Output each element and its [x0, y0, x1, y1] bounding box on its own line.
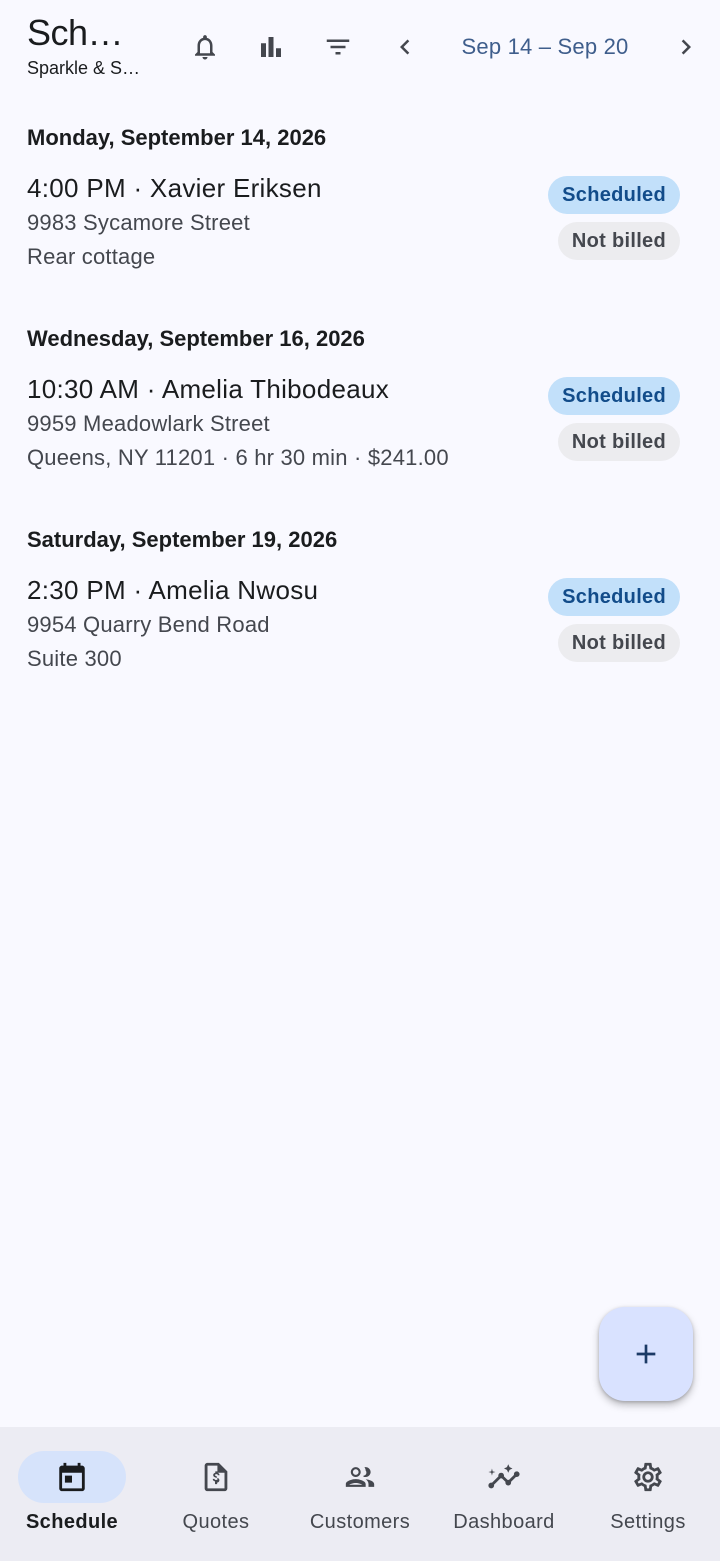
job-list-item[interactable]: 10:30 AM · Amelia Thibodeaux 9959 Meadow… — [0, 367, 720, 512]
bell-icon — [195, 35, 215, 60]
bar-chart-icon — [261, 37, 281, 57]
nav-label: Customers — [309, 1511, 411, 1533]
next-week-button[interactable] — [662, 23, 710, 71]
schedule-list: Monday, September 14, 2026 4:00 PM · Xav… — [0, 110, 720, 713]
plus-icon — [636, 1344, 656, 1364]
billing-badge: Not billed — [557, 222, 680, 260]
job-badges: Scheduled Not billed — [548, 578, 680, 662]
day-header: Saturday, September 19, 2026 — [27, 527, 338, 552]
job-list-item[interactable]: 2:30 PM · Amelia Nwosu 9954 Quarry Bend … — [0, 568, 720, 713]
people-icon — [345, 1467, 375, 1487]
billing-badge: Not billed — [557, 624, 680, 662]
day-group: Monday, September 14, 2026 4:00 PM · Xav… — [0, 110, 720, 311]
nav-label: Settings — [610, 1511, 686, 1533]
nav-indicator — [18, 1451, 126, 1503]
nav-indicator — [162, 1451, 270, 1503]
date-range-label[interactable]: Sep 14 – Sep 20 — [440, 32, 650, 62]
nav-label: Quotes — [182, 1511, 250, 1533]
notifications-button[interactable] — [181, 23, 229, 71]
billing-badge: Not billed — [557, 423, 680, 461]
nav-indicator — [594, 1451, 702, 1503]
chevron-right-icon — [681, 39, 691, 55]
invoice-icon — [204, 1462, 228, 1492]
chevron-left-icon — [400, 39, 410, 55]
day-header: Monday, September 14, 2026 — [27, 125, 327, 150]
bottom-navigation: Schedule Quotes Customers Dashboard Sett… — [0, 1427, 720, 1561]
calendar-icon — [59, 1462, 85, 1492]
status-badge: Scheduled — [548, 176, 680, 214]
nav-indicator — [306, 1451, 414, 1503]
day-group: Wednesday, September 16, 2026 10:30 AM ·… — [0, 311, 720, 512]
add-job-button[interactable] — [599, 1307, 693, 1401]
page-title: Sche… — [27, 12, 142, 53]
nav-label: Schedule — [25, 1511, 119, 1533]
nav-item-schedule[interactable]: Schedule — [0, 1427, 144, 1561]
filter-icon — [326, 39, 350, 55]
nav-item-quotes[interactable]: Quotes — [144, 1427, 288, 1561]
status-badge: Scheduled — [548, 377, 680, 415]
job-badges: Scheduled Not billed — [548, 377, 680, 461]
status-badge: Scheduled — [548, 578, 680, 616]
nav-item-dashboard[interactable]: Dashboard — [432, 1427, 576, 1561]
gear-icon — [634, 1462, 662, 1492]
title-block: Sche… Sparkle & S… — [27, 12, 157, 79]
previous-week-button[interactable] — [381, 23, 429, 71]
nav-item-settings[interactable]: Settings — [576, 1427, 720, 1561]
business-name: Sparkle & S… — [27, 58, 141, 78]
stats-button[interactable] — [247, 23, 295, 71]
day-group: Saturday, September 19, 2026 2:30 PM · A… — [0, 512, 720, 713]
nav-item-customers[interactable]: Customers — [288, 1427, 432, 1561]
nav-indicator — [450, 1451, 558, 1503]
job-badges: Scheduled Not billed — [548, 176, 680, 260]
filter-button[interactable] — [314, 23, 362, 71]
nav-label: Dashboard — [453, 1511, 555, 1533]
day-header: Wednesday, September 16, 2026 — [27, 326, 365, 351]
insights-icon — [488, 1464, 520, 1489]
top-app-bar: Sche… Sparkle & S… Sep 14 – Sep 20 — [0, 0, 720, 96]
job-list-item[interactable]: 4:00 PM · Xavier Eriksen 9983 Sycamore S… — [0, 166, 720, 311]
